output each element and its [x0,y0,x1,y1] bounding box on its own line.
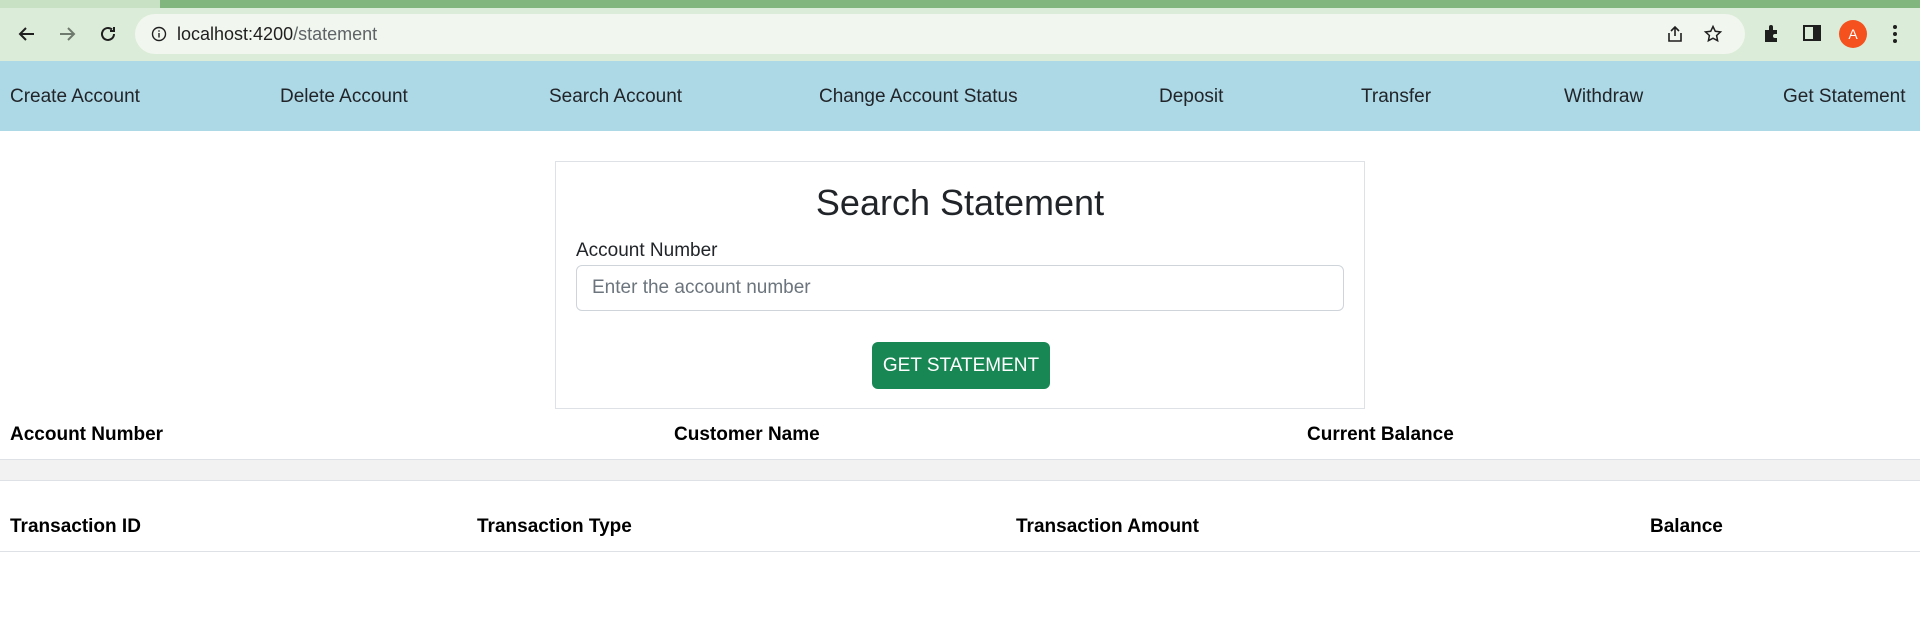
nav-delete-account[interactable]: Delete Account [280,86,408,108]
kebab-menu-icon[interactable] [1883,22,1907,46]
tab-strip-accent [0,0,1920,8]
app-nav-bar: Create Account Delete Account Search Acc… [0,61,1920,131]
account-table-row [0,459,1920,481]
side-panel-icon[interactable] [1801,22,1823,44]
balance-header: Balance [1650,516,1723,537]
search-statement-card: Search Statement Account Number GET STAT… [555,161,1365,409]
back-arrow-icon[interactable] [13,20,41,48]
page-title: Search Statement [815,182,1105,223]
customer-name-header: Customer Name [674,424,820,445]
nav-create-account[interactable]: Create Account [10,86,140,108]
forward-arrow-icon[interactable] [53,20,81,48]
transaction-table-divider [0,551,1920,552]
avatar[interactable]: A [1839,20,1867,48]
transaction-type-header: Transaction Type [477,516,632,537]
account-number-label: Account Number [576,240,718,261]
current-balance-header: Current Balance [1307,424,1454,445]
url-text[interactable]: localhost:4200/statement [177,24,377,45]
extensions-icon[interactable] [1761,22,1783,44]
star-icon[interactable] [1703,24,1723,44]
nav-search-account[interactable]: Search Account [549,86,682,108]
nav-transfer[interactable]: Transfer [1361,86,1431,108]
active-tab-accent [0,0,160,8]
share-icon[interactable] [1665,24,1685,44]
transaction-id-header: Transaction ID [10,516,141,537]
nav-withdraw[interactable]: Withdraw [1564,86,1643,108]
transaction-amount-header: Transaction Amount [1016,516,1199,537]
account-number-header: Account Number [10,424,164,445]
url-host: localhost:4200 [177,24,294,44]
nav-change-account-status[interactable]: Change Account Status [819,86,1018,108]
get-statement-button[interactable]: GET STATEMENT [872,342,1050,389]
url-path: /statement [293,24,378,44]
account-number-input[interactable] [576,265,1344,311]
nav-get-statement[interactable]: Get Statement [1783,86,1906,108]
address-bar[interactable]: localhost:4200/statement [135,14,1745,54]
nav-deposit[interactable]: Deposit [1159,86,1223,108]
info-icon[interactable] [151,26,167,42]
reload-icon[interactable] [94,20,122,48]
